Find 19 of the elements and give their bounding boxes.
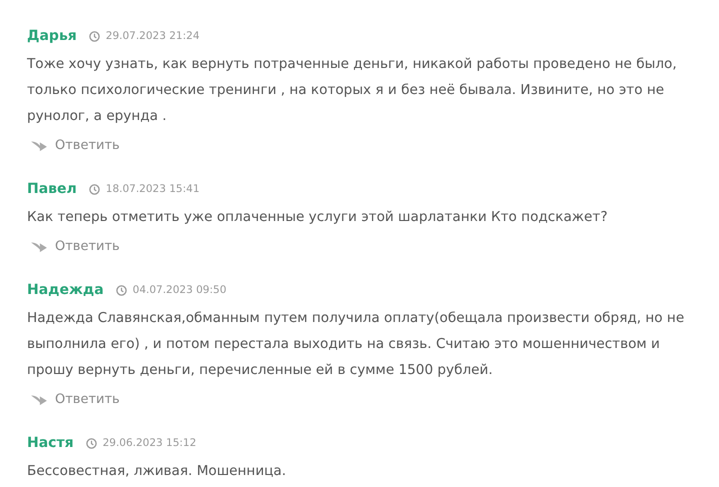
reply-link[interactable]: Ответить xyxy=(55,392,120,406)
comment-date: 18.07.2023 15:41 xyxy=(106,183,200,195)
clock-icon xyxy=(116,284,127,296)
author-name: Настя xyxy=(27,435,74,451)
comment-text: Надежда Славянская,обманным путем получила оплату(обещала произвести обряд, но не выполнила его) , и потом перестала выходить на связь. Считаю это мошенничеством и прошу вернуть деньги, перечисленные ей в сумме 1500 рублей. xyxy=(27,309,686,380)
author-name: Надежда xyxy=(27,282,104,298)
clock-icon xyxy=(88,184,100,194)
comment-text: Как теперь отметить уже оплаченные услуги этой шарлатанки Кто подскажет? xyxy=(27,208,609,227)
reply-link[interactable]: Ответить xyxy=(55,138,120,152)
comment-date: 29.07.2023 21:24 xyxy=(106,30,200,42)
reply-link[interactable]: Ответить xyxy=(55,238,120,254)
author-name: Дарья xyxy=(27,28,77,44)
author-name: Павел xyxy=(27,181,77,197)
clock-icon xyxy=(88,30,100,42)
clock-icon xyxy=(86,438,97,448)
comment-text: Бессовестная, лживая. Мошенница. xyxy=(27,462,288,481)
comment-date: 29.06.2023 15:12 xyxy=(102,437,196,449)
comment-date: 04.07.2023 09:50 xyxy=(132,284,226,296)
comment-text: Тоже хочу узнать, как вернуть потраченные деньги, никакой работы проведено не было, только психологические тренинги , на которых я и без неё бывала. Извините, но это не рунолог, а ерунда . xyxy=(27,55,678,126)
